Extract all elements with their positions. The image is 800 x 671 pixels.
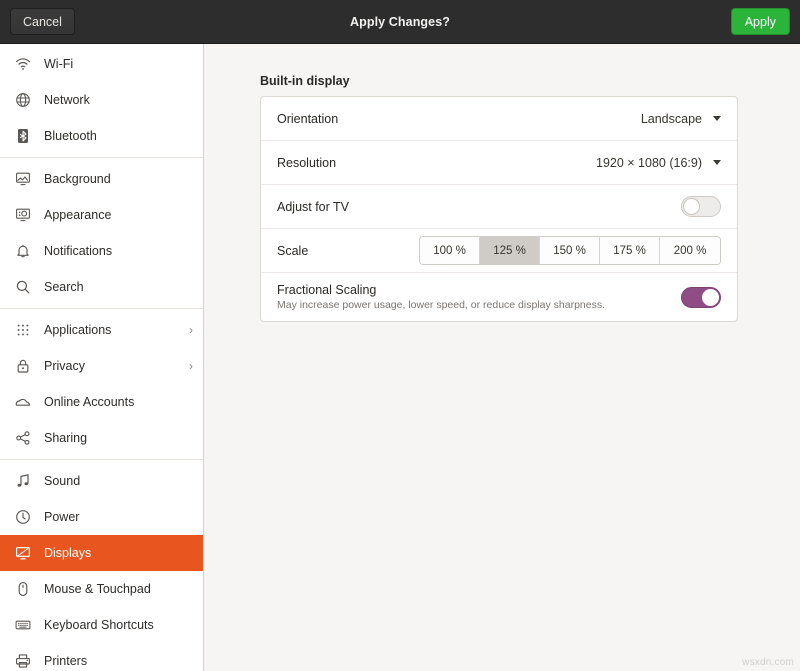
header-bar: Cancel Apply Changes? Apply: [0, 0, 800, 44]
scale-option-125-percent[interactable]: 125 %: [480, 237, 540, 264]
row-resolution: Resolution 1920 × 1080 (16:9): [261, 141, 737, 185]
sidebar-item-label: Sound: [44, 474, 193, 488]
bell-icon: [14, 242, 32, 260]
sidebar-item-power[interactable]: Power: [0, 499, 203, 535]
sidebar-item-sound[interactable]: Sound: [0, 463, 203, 499]
cancel-button[interactable]: Cancel: [10, 8, 75, 35]
scale-label: Scale: [277, 244, 308, 258]
fractional-scaling-description: May increase power usage, lower speed, o…: [277, 299, 605, 311]
sidebar-item-label: Bluetooth: [44, 129, 193, 143]
window-title: Apply Changes?: [0, 15, 800, 29]
scale-option-150-percent[interactable]: 150 %: [540, 237, 600, 264]
resolution-value: 1920 × 1080 (16:9): [596, 156, 702, 170]
keyboard-icon: [14, 616, 32, 634]
page-title: Built-in display: [260, 74, 350, 88]
watermark: wsxdn.com: [742, 657, 794, 668]
sidebar-item-mouse-touchpad[interactable]: Mouse & Touchpad: [0, 571, 203, 607]
sidebar-item-label: Wi-Fi: [44, 57, 193, 71]
sidebar-item-label: Applications: [44, 323, 183, 337]
sidebar-item-notifications[interactable]: Notifications: [0, 233, 203, 269]
sidebar-separator: [0, 157, 203, 158]
cancel-button-label: Cancel: [23, 15, 62, 29]
power-icon: [14, 508, 32, 526]
fractional-scaling-label: Fractional Scaling: [277, 283, 605, 297]
row-scale: Scale 100 %125 %150 %175 %200 %: [261, 229, 737, 273]
wifi-icon: [14, 55, 32, 73]
toggle-knob: [683, 198, 700, 215]
window-body: Wi-Fi Network Bluetooth Background Appearanc…: [0, 44, 800, 671]
sidebar-item-label: Power: [44, 510, 193, 524]
settings-window: Cancel Apply Changes? Apply Wi-Fi Network…: [0, 0, 800, 671]
sidebar-separator: [0, 459, 203, 460]
sidebar-item-label: Appearance: [44, 208, 193, 222]
sidebar-separator: [0, 308, 203, 309]
adjust-for-tv-label: Adjust for TV: [277, 200, 349, 214]
sidebar-item-keyboard-shortcuts[interactable]: Keyboard Shortcuts: [0, 607, 203, 643]
sidebar-item-network[interactable]: Network: [0, 82, 203, 118]
resolution-label: Resolution: [277, 156, 336, 170]
sidebar: Wi-Fi Network Bluetooth Background Appearanc…: [0, 44, 204, 671]
orientation-dropdown[interactable]: Landscape: [641, 112, 721, 126]
sidebar-item-privacy[interactable]: Privacy›: [0, 348, 203, 384]
row-adjust-for-tv: Adjust for TV: [261, 185, 737, 229]
mouse-icon: [14, 580, 32, 598]
apply-button[interactable]: Apply: [731, 8, 790, 35]
fractional-scaling-toggle[interactable]: [681, 287, 721, 308]
background-icon: [14, 170, 32, 188]
orientation-value: Landscape: [641, 112, 702, 126]
sidebar-item-label: Search: [44, 280, 193, 294]
sidebar-item-applications[interactable]: Applications›: [0, 312, 203, 348]
row-fractional-scaling: Fractional Scaling May increase power us…: [261, 273, 737, 321]
toggle-knob: [702, 289, 719, 306]
sidebar-item-printers[interactable]: Printers: [0, 643, 203, 671]
cloud-icon: [14, 393, 32, 411]
sidebar-item-wi-fi[interactable]: Wi-Fi: [0, 46, 203, 82]
resolution-dropdown[interactable]: 1920 × 1080 (16:9): [596, 156, 721, 170]
share-icon: [14, 429, 32, 447]
sidebar-item-bluetooth[interactable]: Bluetooth: [0, 118, 203, 154]
chevron-down-icon: [713, 116, 721, 121]
sidebar-item-label: Sharing: [44, 431, 193, 445]
sidebar-item-appearance[interactable]: Appearance: [0, 197, 203, 233]
grid-icon: [14, 321, 32, 339]
lock-icon: [14, 357, 32, 375]
display-icon: [14, 544, 32, 562]
scale-option-200-percent[interactable]: 200 %: [660, 237, 720, 264]
music-note-icon: [14, 472, 32, 490]
orientation-label: Orientation: [277, 112, 338, 126]
scale-segmented-control: 100 %125 %150 %175 %200 %: [419, 236, 721, 265]
sidebar-item-background[interactable]: Background: [0, 161, 203, 197]
sidebar-item-label: Network: [44, 93, 193, 107]
printer-icon: [14, 652, 32, 670]
sidebar-item-label: Notifications: [44, 244, 193, 258]
sidebar-item-label: Printers: [44, 654, 193, 668]
sidebar-item-label: Background: [44, 172, 193, 186]
display-settings-card: Orientation Landscape Resolution 1920 × …: [260, 96, 738, 322]
content-panel: Built-in display Orientation Landscape R…: [204, 44, 800, 671]
sidebar-item-label: Mouse & Touchpad: [44, 582, 193, 596]
chevron-down-icon: [713, 160, 721, 165]
scale-option-175-percent[interactable]: 175 %: [600, 237, 660, 264]
sidebar-item-label: Keyboard Shortcuts: [44, 618, 193, 632]
globe-icon: [14, 91, 32, 109]
appearance-icon: [14, 206, 32, 224]
chevron-right-icon: ›: [183, 360, 193, 372]
apply-button-label: Apply: [745, 15, 776, 29]
search-icon: [14, 278, 32, 296]
bluetooth-icon: [14, 127, 32, 145]
chevron-right-icon: ›: [183, 324, 193, 336]
scale-option-100-percent[interactable]: 100 %: [420, 237, 480, 264]
sidebar-item-search[interactable]: Search: [0, 269, 203, 305]
sidebar-item-online-accounts[interactable]: Online Accounts: [0, 384, 203, 420]
sidebar-item-label: Privacy: [44, 359, 183, 373]
sidebar-item-label: Displays: [44, 546, 193, 560]
adjust-for-tv-toggle[interactable]: [681, 196, 721, 217]
sidebar-item-displays[interactable]: Displays: [0, 535, 203, 571]
sidebar-item-sharing[interactable]: Sharing: [0, 420, 203, 456]
sidebar-item-label: Online Accounts: [44, 395, 193, 409]
row-orientation: Orientation Landscape: [261, 97, 737, 141]
